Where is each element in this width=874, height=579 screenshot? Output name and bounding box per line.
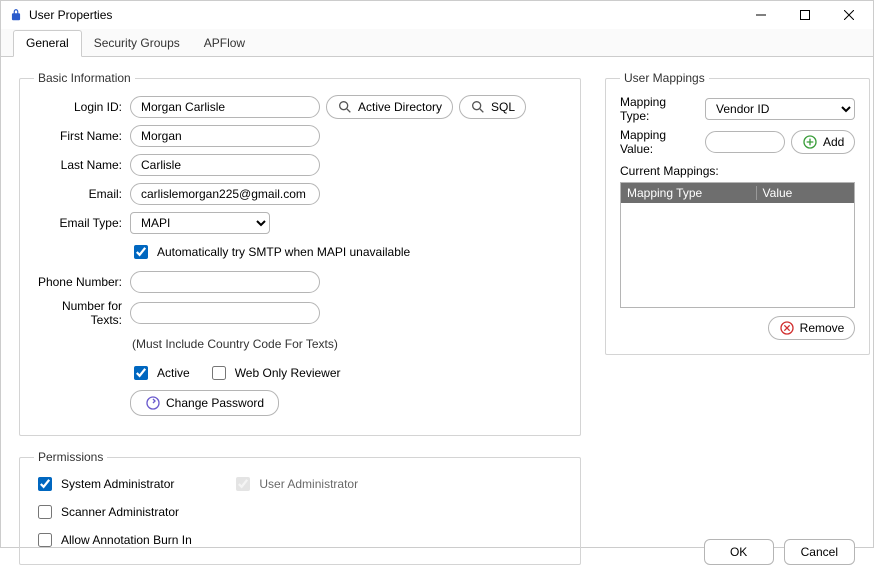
scanner-admin-checkbox[interactable]: Scanner Administrator (34, 502, 548, 522)
current-mappings-label: Current Mappings: (620, 164, 855, 178)
first-name-label: First Name: (34, 129, 130, 143)
texts-label: Number for Texts: (34, 299, 130, 327)
email-input[interactable] (130, 183, 320, 205)
mapping-type-select[interactable]: Vendor ID (705, 98, 855, 120)
close-button[interactable] (827, 1, 871, 29)
content: Basic Information Login ID: Active Direc… (1, 57, 873, 579)
add-icon (802, 134, 818, 150)
mapping-value-label: Mapping Value: (620, 128, 705, 156)
minimize-button[interactable] (739, 1, 783, 29)
web-only-checkbox[interactable]: Web Only Reviewer (208, 363, 341, 383)
change-password-button[interactable]: Change Password (130, 390, 279, 416)
remove-icon (779, 320, 795, 336)
mappings-table[interactable]: Mapping Type Value (620, 182, 855, 308)
sql-button[interactable]: SQL (459, 95, 526, 119)
user-mappings-legend: User Mappings (620, 71, 709, 85)
titlebar: User Properties (1, 1, 873, 29)
ok-button[interactable]: OK (704, 539, 774, 565)
mappings-table-header: Mapping Type Value (621, 183, 854, 203)
user-mappings-group: User Mappings Mapping Type: Vendor ID Ma… (605, 71, 870, 355)
add-mapping-button[interactable]: Add (791, 130, 855, 154)
lock-icon (9, 8, 23, 22)
first-name-input[interactable] (130, 125, 320, 147)
cancel-button[interactable]: Cancel (784, 539, 855, 565)
basic-information-legend: Basic Information (34, 71, 135, 85)
remove-mapping-button[interactable]: Remove (768, 316, 856, 340)
search-icon (470, 99, 486, 115)
permissions-legend: Permissions (34, 450, 107, 464)
system-admin-checkbox[interactable]: System Administrator (34, 474, 174, 494)
smtp-fallback-checkbox[interactable]: Automatically try SMTP when MAPI unavail… (130, 242, 410, 262)
last-name-label: Last Name: (34, 158, 130, 172)
maximize-button[interactable] (783, 1, 827, 29)
window-title: User Properties (29, 8, 739, 22)
tab-general[interactable]: General (13, 30, 82, 57)
last-name-input[interactable] (130, 154, 320, 176)
login-id-label: Login ID: (34, 100, 130, 114)
mapping-type-label: Mapping Type: (620, 95, 705, 123)
basic-information-group: Basic Information Login ID: Active Direc… (19, 71, 581, 436)
refresh-icon (145, 395, 161, 411)
search-icon (337, 99, 353, 115)
active-directory-button[interactable]: Active Directory (326, 95, 453, 119)
phone-label: Phone Number: (34, 275, 130, 289)
email-label: Email: (34, 187, 130, 201)
login-id-input[interactable] (130, 96, 320, 118)
phone-input[interactable] (130, 271, 320, 293)
tab-security-groups[interactable]: Security Groups (82, 31, 192, 56)
texts-input[interactable] (130, 302, 320, 324)
mapping-value-input[interactable] (705, 131, 785, 153)
col-mapping-value[interactable]: Value (757, 186, 855, 200)
col-mapping-type[interactable]: Mapping Type (621, 186, 757, 200)
window: User Properties General Security Groups … (0, 0, 874, 548)
user-admin-checkbox[interactable]: User Administrator (232, 474, 358, 494)
texts-hint: (Must Include Country Code For Texts) (130, 337, 338, 351)
email-type-select[interactable]: MAPI (130, 212, 270, 234)
allow-burn-checkbox[interactable]: Allow Annotation Burn In (34, 530, 548, 550)
email-type-label: Email Type: (34, 216, 130, 230)
active-checkbox[interactable]: Active (130, 363, 190, 383)
tab-apflow[interactable]: APFlow (192, 31, 257, 56)
tab-bar: General Security Groups APFlow (1, 29, 873, 57)
